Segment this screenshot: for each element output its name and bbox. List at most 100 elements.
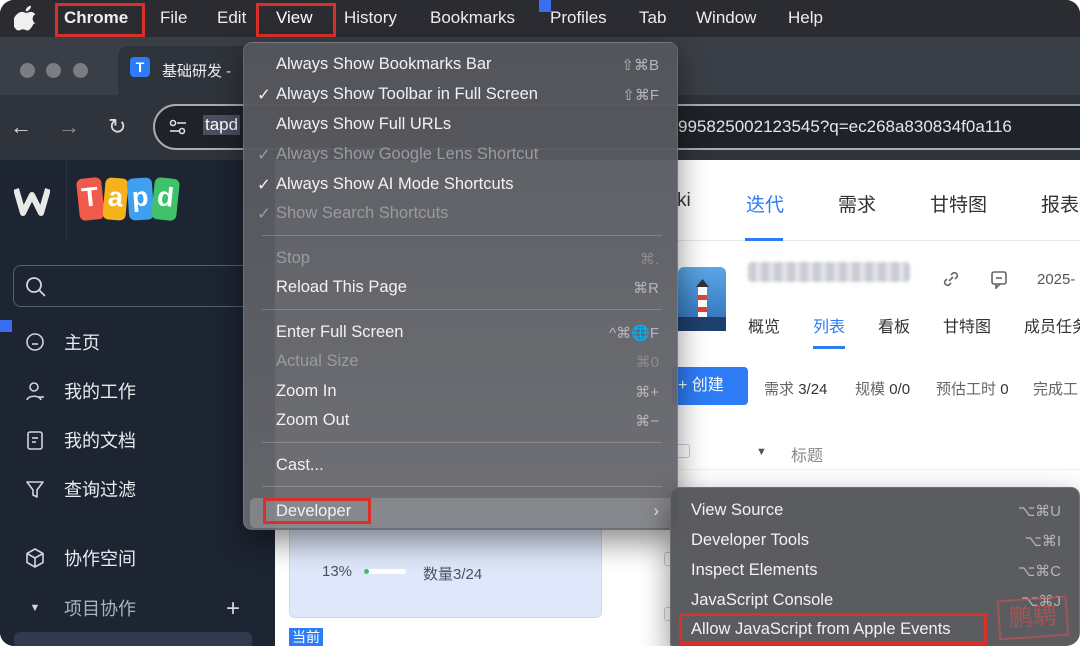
menu-history[interactable]: History (344, 8, 397, 28)
menu-edit[interactable]: Edit (217, 8, 246, 28)
menu-separator (262, 486, 662, 487)
add-project-icon[interactable]: + (226, 595, 240, 623)
sidebar-item-my-work[interactable]: 我的工作 (24, 376, 136, 406)
forward-arrow-icon[interactable]: → (58, 112, 80, 142)
menu-help[interactable]: Help (788, 8, 823, 28)
menu-item-label: Always Show AI Mode Shortcuts (276, 175, 514, 193)
view-menu-item[interactable]: Reload This Page ⌘R (244, 276, 677, 302)
top-nav-gantt[interactable]: 甘特图 (930, 190, 987, 217)
apple-logo-icon[interactable] (14, 5, 36, 31)
developer-menu-item[interactable]: Inspect Elements ⌥⌘C (671, 559, 1079, 585)
site-settings-icon[interactable] (169, 119, 187, 135)
sidebar-search-input[interactable] (13, 265, 253, 307)
view-menu-item[interactable]: Always Show Full URLs (244, 113, 677, 139)
view-menu-item[interactable]: Always Show Bookmarks Bar ⇧⌘B (244, 53, 677, 79)
link-icon[interactable] (941, 269, 961, 289)
menu-separator (262, 442, 662, 443)
tapd-logo[interactable]: T a p d (75, 176, 180, 222)
view-menu-item[interactable]: Zoom Out ⌘− (244, 409, 677, 435)
checkmark-icon: ✓ (257, 86, 271, 104)
reload-icon[interactable]: ↻ (108, 112, 126, 142)
submenu-arrow-icon: › (653, 502, 660, 520)
url-text-selected[interactable]: tapd (203, 115, 241, 135)
requirement-count: 数量3/24 (423, 566, 483, 583)
menu-item-label: Always Show Full URLs (276, 115, 452, 133)
workspace-logo-icon[interactable] (14, 183, 50, 217)
sidebar-item-my-docs[interactable]: 我的文档 (24, 425, 136, 455)
progress-percent: 13% (322, 563, 353, 580)
checkmark-icon: ✓ (257, 205, 271, 223)
subnav-overview[interactable]: 概览 (748, 313, 780, 337)
view-menu-item[interactable]: Enter Full Screen ^⌘🌐F (244, 321, 677, 347)
top-nav-requirement[interactable]: 需求 (838, 190, 876, 217)
cube-icon (26, 548, 44, 568)
menu-item-shortcut: ⌘0 (635, 354, 659, 371)
caret-down-icon[interactable]: ▼ (756, 446, 767, 458)
top-nav-wiki[interactable]: ki (677, 190, 691, 212)
menu-item-shortcut: ⌘− (635, 413, 659, 430)
sidebar-divider (66, 160, 67, 240)
view-menu-item[interactable]: ✓ Always Show Toolbar in Full Screen ⇧⌘F (244, 83, 677, 109)
menu-bookmarks[interactable]: Bookmarks (430, 8, 515, 28)
menu-view[interactable]: View (276, 8, 313, 28)
sidebar-item-label: 我的工作 (64, 382, 136, 402)
subnav-members[interactable]: 成员任务 (1024, 313, 1080, 337)
sidebar-item-query-filter[interactable]: 查询过滤 (24, 474, 136, 504)
back-arrow-icon[interactable]: ← (10, 112, 32, 142)
comment-icon[interactable] (989, 269, 1009, 289)
view-menu-item: Stop ⌘. (244, 247, 677, 273)
menu-item-label: Cast... (276, 456, 324, 474)
top-nav-report[interactable]: 报表 (1041, 190, 1079, 217)
menu-item-shortcut: ⌥⌘U (1017, 503, 1061, 520)
subnav-active-indicator (813, 346, 845, 349)
subnav-list[interactable]: 列表 (813, 313, 845, 337)
sidebar-item-home[interactable]: 主页 (24, 327, 100, 357)
view-menu-item[interactable]: Cast... (244, 454, 677, 480)
stat-label: 需求 (764, 381, 795, 398)
top-nav-iteration[interactable]: 迭代 (746, 190, 784, 217)
window-zoom-button[interactable] (73, 63, 88, 78)
select-all-checkbox[interactable] (676, 444, 690, 458)
view-menu-item[interactable]: ✓ Always Show AI Mode Shortcuts (244, 173, 677, 199)
top-nav-divider (677, 240, 1080, 241)
url-text-tail[interactable]: 995825002123545?q=ec268a830834f0a116 (678, 117, 1012, 137)
developer-menu-item[interactable]: Developer Tools ⌥⌘I (671, 529, 1079, 555)
view-menu: Always Show Bookmarks Bar ⇧⌘B ✓ Always Show… (243, 42, 678, 530)
menu-window[interactable]: Window (696, 8, 756, 28)
table-header (677, 435, 1080, 470)
menu-item-shortcut: ⌘R (633, 280, 659, 297)
stat-value: 0/0 (889, 381, 911, 398)
developer-menu-item[interactable]: View Source ⌥⌘U (671, 499, 1079, 525)
stat-label: 规模 (855, 381, 886, 398)
view-menu-item[interactable]: Developer › (250, 498, 673, 528)
menu-profiles[interactable]: Profiles (550, 8, 607, 28)
active-tab-indicator (745, 238, 783, 241)
window-minimize-button[interactable] (46, 63, 61, 78)
menu-item-label: Always Show Google Lens Shortcut (276, 145, 539, 163)
stat-label: 预估工时 (936, 381, 997, 398)
menu-tab[interactable]: Tab (639, 8, 666, 28)
stat-scale: 规模 0/0 (855, 378, 910, 399)
subnav-gantt[interactable]: 甘特图 (943, 313, 991, 337)
window-close-button[interactable] (20, 63, 35, 78)
sidebar-item-collab-space[interactable]: 协作空间 (24, 543, 136, 573)
sidebar-item-project-collab[interactable]: ▼ 项目协作 (24, 593, 136, 623)
stat-estimate: 预估工时 0 (936, 378, 1009, 399)
menu-item-shortcut: ⌘. (639, 251, 659, 268)
tapd-sidebar: T a p d 主页 我的工作 我的文档 查询过滤 协作空间 ▼ 项目协作 + (0, 160, 275, 646)
user-icon (26, 382, 44, 401)
menu-file[interactable]: File (160, 8, 187, 28)
menu-chrome[interactable]: Chrome (64, 8, 128, 28)
sidebar-item-label: 我的文档 (64, 431, 136, 451)
view-menu-item: ✓ Always Show Google Lens Shortcut (244, 143, 677, 169)
view-menu-item[interactable]: Zoom In ⌘+ (244, 380, 677, 406)
filter-icon (26, 481, 44, 498)
menu-item-shortcut: ⇧⌘B (621, 57, 659, 74)
stat-done: 完成工 (1033, 381, 1079, 398)
create-button[interactable]: + 创建 (672, 367, 748, 405)
checkmark-icon: ✓ (257, 146, 271, 164)
menu-item-shortcut: ⇧⌘F (622, 87, 659, 104)
menu-item-label: Stop (276, 249, 310, 267)
sidebar-selected-item[interactable] (14, 632, 252, 646)
subnav-board[interactable]: 看板 (878, 313, 910, 337)
